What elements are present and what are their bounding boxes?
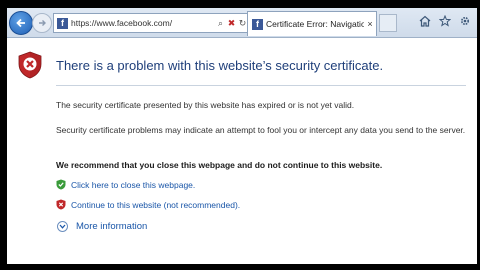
browser-toolbar: f https://www.facebook.com/ ⌕ ✖ ↻ f Cert… (7, 8, 477, 38)
star-icon[interactable] (439, 14, 451, 28)
chevron-down-icon (57, 221, 68, 232)
address-bar[interactable]: f https://www.facebook.com/ ⌕ ✖ ↻ (53, 13, 249, 33)
forward-button[interactable] (32, 13, 52, 33)
title-divider (56, 85, 466, 86)
facebook-favicon-icon: f (252, 18, 263, 30)
recommendation-text: We recommend that you close this webpage… (56, 160, 383, 170)
green-shield-check-icon (56, 179, 66, 190)
close-webpage-row: Click here to close this webpage. (56, 179, 195, 190)
page-title: There is a problem with this website’s s… (56, 58, 384, 73)
forward-arrow-icon (39, 20, 46, 26)
continue-to-website-link[interactable]: Continue to this website (not recommende… (71, 200, 240, 210)
back-button[interactable] (9, 11, 33, 35)
search-icon[interactable]: ⌕ (215, 18, 226, 29)
tab-title: Certificate Error: Navigation... (266, 19, 364, 29)
new-tab-button[interactable] (379, 14, 397, 32)
tab-certificate-error[interactable]: f Certificate Error: Navigation... × (247, 11, 377, 36)
certificate-error-icon[interactable]: ✖ (226, 18, 237, 29)
risk-message: Security certificate problems may indica… (56, 125, 466, 135)
home-icon[interactable] (419, 14, 431, 28)
back-arrow-icon (16, 18, 25, 28)
address-url[interactable]: https://www.facebook.com/ (71, 18, 215, 28)
facebook-favicon-icon: f (57, 17, 68, 29)
red-shield-x-icon (56, 199, 66, 210)
error-shield-icon (18, 51, 42, 79)
gear-icon[interactable] (459, 14, 471, 28)
tab-close-icon[interactable]: × (364, 19, 376, 29)
more-information-toggle[interactable]: More information (57, 221, 147, 232)
continue-row: Continue to this website (not recommende… (56, 199, 240, 210)
more-information-label: More information (76, 221, 148, 232)
close-webpage-link[interactable]: Click here to close this webpage. (71, 180, 195, 190)
error-page: There is a problem with this website’s s… (7, 38, 477, 264)
browser-window: f https://www.facebook.com/ ⌕ ✖ ↻ f Cert… (7, 8, 477, 264)
expired-message: The security certificate presented by th… (56, 100, 355, 110)
